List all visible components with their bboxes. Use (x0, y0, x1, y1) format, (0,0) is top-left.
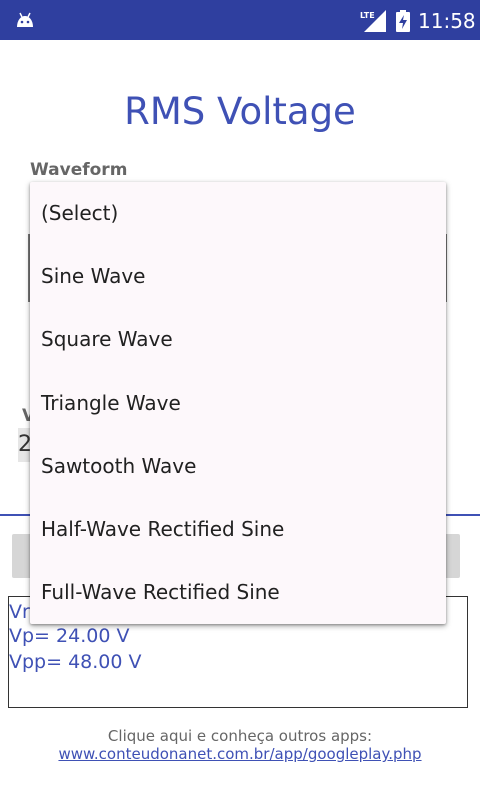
footer-text: Clique aqui e conheça outros apps: (107, 727, 373, 745)
dropdown-option-select[interactable]: (Select) (30, 182, 446, 245)
waveform-label: Waveform (30, 160, 128, 180)
lte-label: LTE (360, 11, 375, 20)
dropdown-option-full-wave[interactable]: Full-Wave Rectified Sine (30, 561, 446, 624)
result-vp: Vp= 24.00 V (9, 625, 130, 647)
status-clock: 11:58 (418, 9, 476, 33)
footer-link[interactable]: www.conteudonanet.com.br/app/googleplay.… (0, 745, 480, 763)
result-vpp: Vpp= 48.00 V (9, 651, 142, 673)
lte-signal-icon: LTE (360, 10, 386, 32)
waveform-dropdown: (Select) Sine Wave Square Wave Triangle … (30, 182, 446, 624)
dropdown-option-square[interactable]: Square Wave (30, 308, 446, 371)
dropdown-option-triangle[interactable]: Triangle Wave (30, 372, 446, 435)
result-vrms: Vr (9, 601, 30, 623)
page-title: RMS Voltage (124, 90, 356, 133)
android-icon (17, 12, 33, 27)
dropdown-option-half-wave[interactable]: Half-Wave Rectified Sine (30, 498, 446, 561)
status-bar: LTE 11:58 (0, 0, 480, 40)
dropdown-option-sine[interactable]: Sine Wave (30, 245, 446, 308)
battery-charging-icon (396, 10, 410, 32)
dropdown-option-sawtooth[interactable]: Sawtooth Wave (30, 435, 446, 498)
